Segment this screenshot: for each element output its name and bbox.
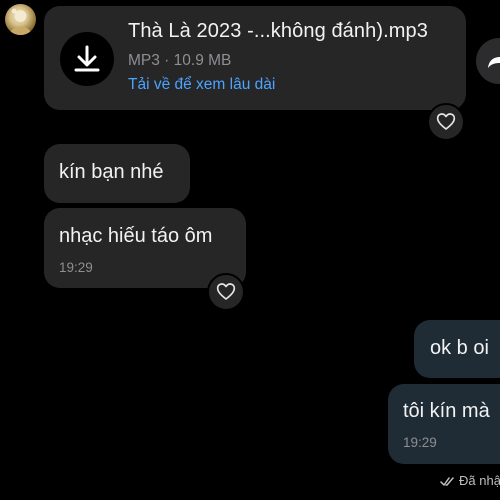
heart-icon [436, 113, 456, 130]
double-check-icon [440, 477, 454, 486]
outgoing-message-bubble[interactable] [388, 384, 500, 464]
read-receipt: Đã nhậ [440, 473, 500, 488]
read-status-text: Đã nhậ [459, 473, 500, 488]
heart-icon [216, 283, 236, 300]
message-time: 19:29 [59, 260, 93, 275]
file-meta: MP3 · 10.9 MB [128, 52, 232, 69]
file-name: Thà Là 2023 -...không đánh).mp3 [128, 20, 428, 42]
react-button[interactable] [427, 103, 465, 141]
message-text: kín bạn nhé [59, 161, 164, 183]
message-time: 19:29 [403, 435, 437, 450]
share-button[interactable] [476, 38, 500, 84]
message-text: tôi kín mà [403, 400, 490, 422]
download-link[interactable]: Tải về để xem lâu dài [128, 76, 275, 94]
share-icon [488, 52, 500, 68]
message-text: ok b oi [430, 337, 489, 359]
download-icon [74, 45, 100, 72]
download-button[interactable] [60, 32, 114, 86]
react-button[interactable] [207, 273, 245, 311]
message-text: nhạc hiếu táo ôm [59, 225, 213, 247]
sender-avatar[interactable] [5, 4, 36, 35]
